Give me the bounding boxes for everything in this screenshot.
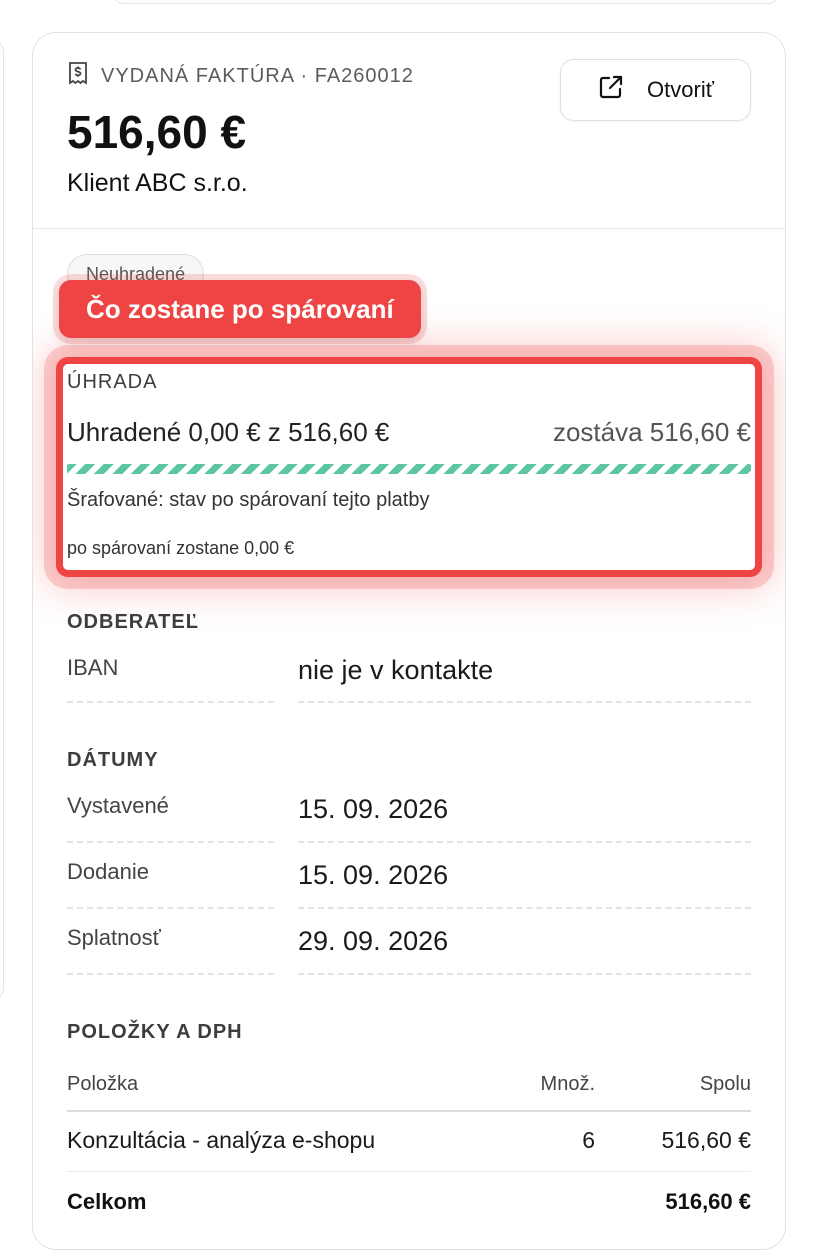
invoice-amount: 516,60 € bbox=[67, 106, 247, 158]
date-due-label: Splatnosť bbox=[67, 925, 161, 950]
total-value: 516,60 € bbox=[665, 1189, 751, 1214]
iban-value: nie je v kontakte bbox=[298, 655, 494, 685]
divider bbox=[298, 841, 751, 843]
items-header-total: Spolu bbox=[699, 1073, 751, 1095]
client-name: Klient ABC s.r.o. bbox=[67, 169, 248, 197]
total-label: Celkom bbox=[67, 1189, 147, 1214]
iban-label: IBAN bbox=[67, 655, 119, 680]
background-card-top bbox=[112, 0, 780, 4]
open-button-label: Otvoriť bbox=[647, 77, 714, 102]
date-delivery-label: Dodanie bbox=[67, 859, 149, 884]
date-issued-label: Vystavené bbox=[67, 793, 169, 818]
divider bbox=[67, 907, 274, 909]
dates-section-title: DÁTUMY bbox=[67, 749, 159, 771]
background-card-left bbox=[0, 40, 4, 1000]
payment-hatched-note: Šrafované: stav po spárovaní tejto platb… bbox=[67, 489, 430, 511]
items-section-title: POLOŽKY A DPH bbox=[67, 1021, 243, 1043]
invoice-header: VYDANÁ FAKTÚRA · FA260012 516,60 € Klien… bbox=[33, 33, 785, 229]
date-issued-value: 15. 09. 2026 bbox=[298, 794, 449, 824]
item-total: 516,60 € bbox=[661, 1127, 751, 1153]
payment-after-note: po spárovaní zostane 0,00 € bbox=[67, 538, 295, 558]
item-name: Konzultácia - analýza e-shopu bbox=[67, 1127, 376, 1153]
invoice-kind: VYDANÁ FAKTÚRA · FA260012 bbox=[67, 61, 414, 91]
customer-section-title: ODBERATEĽ bbox=[67, 611, 199, 633]
external-link-icon bbox=[597, 73, 625, 107]
open-invoice-button[interactable]: Otvoriť bbox=[560, 59, 751, 121]
date-delivery-value: 15. 09. 2026 bbox=[298, 860, 449, 890]
invoice-detail-card: VYDANÁ FAKTÚRA · FA260012 516,60 € Klien… bbox=[32, 32, 786, 1250]
items-header-item: Položka bbox=[67, 1073, 139, 1095]
invoice-kind-label: VYDANÁ FAKTÚRA · FA260012 bbox=[101, 64, 414, 87]
payment-progress-bar bbox=[67, 464, 751, 474]
payment-paid-text: Uhradené 0,00 € z 516,60 € bbox=[67, 417, 390, 447]
divider bbox=[298, 907, 751, 909]
payment-remaining-text: zostáva 516,60 € bbox=[552, 417, 751, 447]
table-row-divider bbox=[67, 1171, 751, 1172]
highlight-tooltip: Čo zostane po spárovaní bbox=[59, 280, 421, 338]
divider bbox=[298, 973, 751, 975]
table-header-divider bbox=[67, 1110, 751, 1112]
receipt-icon bbox=[67, 61, 89, 91]
divider bbox=[67, 841, 274, 843]
divider bbox=[67, 973, 274, 975]
item-qty: 6 bbox=[582, 1127, 595, 1153]
items-header-qty: Množ. bbox=[540, 1073, 595, 1095]
payment-section-title: ÚHRADA bbox=[67, 371, 158, 393]
divider bbox=[298, 701, 751, 703]
date-due-value: 29. 09. 2026 bbox=[298, 926, 449, 956]
divider bbox=[67, 701, 274, 703]
